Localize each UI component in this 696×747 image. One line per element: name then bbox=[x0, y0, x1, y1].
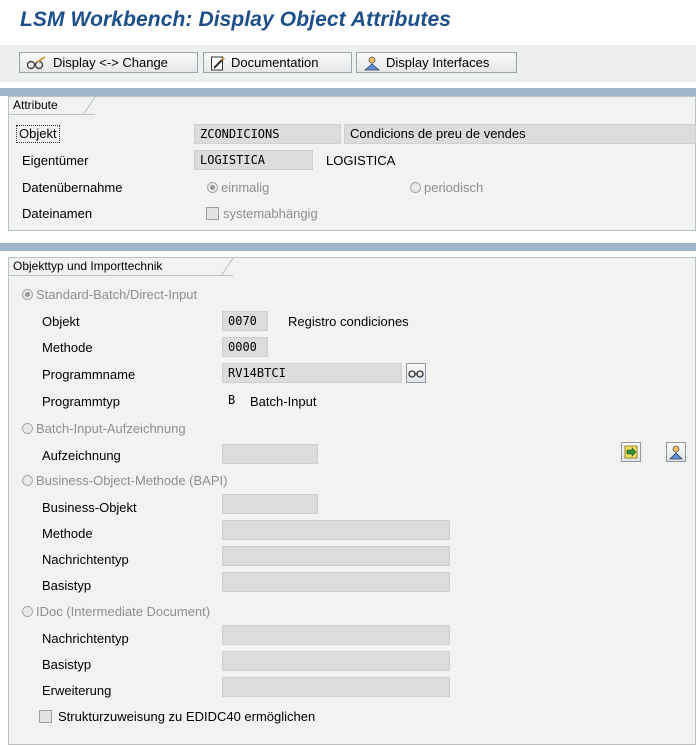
display-change-button[interactable]: Display <-> Change bbox=[19, 52, 198, 73]
bapi-basetype-label: Basistyp bbox=[42, 578, 92, 593]
document-pencil-icon bbox=[211, 56, 225, 70]
radio-idoc[interactable] bbox=[22, 606, 33, 617]
system-dependent-checkbox[interactable] bbox=[206, 207, 219, 220]
imp-program-field[interactable]: RV14BTCI bbox=[222, 363, 402, 383]
program-glasses-button[interactable] bbox=[406, 363, 426, 383]
attr-objekt-description: Condicions de preu de vendes bbox=[344, 124, 696, 144]
imp-progtype-description: Batch-Input bbox=[250, 394, 317, 409]
import-tab-label: Objekttyp und Importtechnik bbox=[13, 259, 163, 273]
import-tab: Objekttyp und Importtechnik bbox=[9, 258, 234, 276]
documentation-button[interactable]: Documentation bbox=[203, 52, 352, 73]
radio-idoc-label: IDoc (Intermediate Document) bbox=[36, 604, 211, 619]
imp-objekt-label: Objekt bbox=[42, 314, 80, 329]
bapi-method-label: Methode bbox=[42, 526, 93, 541]
bapi-bo-field[interactable] bbox=[222, 494, 318, 514]
radio-standard-batch-label: Standard-Batch/Direct-Input bbox=[36, 287, 198, 302]
structure-assign-checkbox[interactable] bbox=[39, 710, 52, 723]
attribute-tab-label: Attribute bbox=[13, 98, 58, 112]
radio-batch-recording-label: Batch-Input-Aufzeichnung bbox=[36, 421, 186, 436]
person-button[interactable] bbox=[666, 442, 686, 462]
imp-method-field[interactable]: 0000 bbox=[222, 337, 268, 357]
attr-filenames-label: Dateinamen bbox=[22, 206, 93, 221]
display-interfaces-label: Display Interfaces bbox=[386, 55, 490, 70]
page-title: LSM Workbench: Display Object Attributes bbox=[20, 8, 452, 31]
imp-objekt-field[interactable]: 0070 bbox=[222, 311, 268, 331]
imp-method-label: Methode bbox=[42, 340, 93, 355]
arrow-forward-button[interactable] bbox=[621, 442, 641, 462]
idoc-basetype-field[interactable] bbox=[222, 651, 450, 671]
attr-owner-label: Eigentümer bbox=[22, 153, 89, 168]
bapi-basetype-field[interactable] bbox=[222, 572, 450, 592]
idoc-extension-label: Erweiterung bbox=[42, 683, 112, 698]
section-separator bbox=[0, 88, 696, 96]
bapi-method-field[interactable] bbox=[222, 520, 450, 540]
attr-objekt-label[interactable]: Objekt bbox=[16, 125, 60, 143]
interfaces-person-icon bbox=[363, 56, 381, 70]
attr-transfer-label: Datenübernahme bbox=[22, 180, 123, 195]
bapi-bo-label: Business-Objekt bbox=[42, 500, 137, 515]
application-toolbar: Display <-> Change Documentation Display… bbox=[0, 45, 696, 82]
radio-once-label: einmalig bbox=[221, 180, 270, 195]
glasses-pencil-icon bbox=[26, 55, 46, 69]
bapi-msgtype-label: Nachrichtentyp bbox=[42, 552, 129, 567]
idoc-basetype-label: Basistyp bbox=[42, 657, 92, 672]
radio-periodic-label: periodisch bbox=[424, 180, 484, 195]
attr-owner-description: LOGISTICA bbox=[326, 153, 396, 168]
imp-program-label: Programmname bbox=[42, 367, 136, 382]
imp-recording-field[interactable] bbox=[222, 444, 318, 464]
imp-objekt-description: Registro condiciones bbox=[288, 314, 409, 329]
display-interfaces-button[interactable]: Display Interfaces bbox=[356, 52, 517, 73]
documentation-label: Documentation bbox=[231, 55, 319, 70]
radio-batch-recording[interactable] bbox=[22, 423, 33, 434]
glasses-icon bbox=[408, 370, 424, 378]
radio-standard-batch[interactable] bbox=[22, 289, 33, 300]
attribute-tab: Attribute bbox=[9, 97, 96, 115]
structure-assign-label: Strukturzuweisung zu EDIDC40 ermöglichen bbox=[58, 709, 316, 724]
bapi-msgtype-field[interactable] bbox=[222, 546, 450, 566]
radio-periodic[interactable] bbox=[410, 182, 421, 193]
radio-bapi-label: Business-Object-Methode (BAPI) bbox=[36, 473, 228, 488]
idoc-msgtype-field[interactable] bbox=[222, 625, 450, 645]
attr-objekt-field[interactable]: ZCONDICIONS bbox=[194, 124, 341, 144]
radio-once[interactable] bbox=[207, 182, 218, 193]
arrow-right-icon bbox=[624, 445, 638, 459]
imp-recording-label: Aufzeichnung bbox=[42, 448, 121, 463]
section-separator-2 bbox=[0, 243, 696, 251]
attr-owner-field[interactable]: LOGISTICA bbox=[194, 150, 313, 170]
idoc-extension-field[interactable] bbox=[222, 677, 450, 697]
system-dependent-label: systemabhängig bbox=[223, 206, 318, 221]
person-icon bbox=[669, 445, 683, 460]
imp-progtype-field[interactable]: B bbox=[222, 390, 240, 410]
radio-bapi[interactable] bbox=[22, 475, 33, 486]
imp-progtype-label: Programmtyp bbox=[42, 394, 121, 409]
idoc-msgtype-label: Nachrichtentyp bbox=[42, 631, 129, 646]
display-change-label: Display <-> Change bbox=[53, 55, 168, 70]
